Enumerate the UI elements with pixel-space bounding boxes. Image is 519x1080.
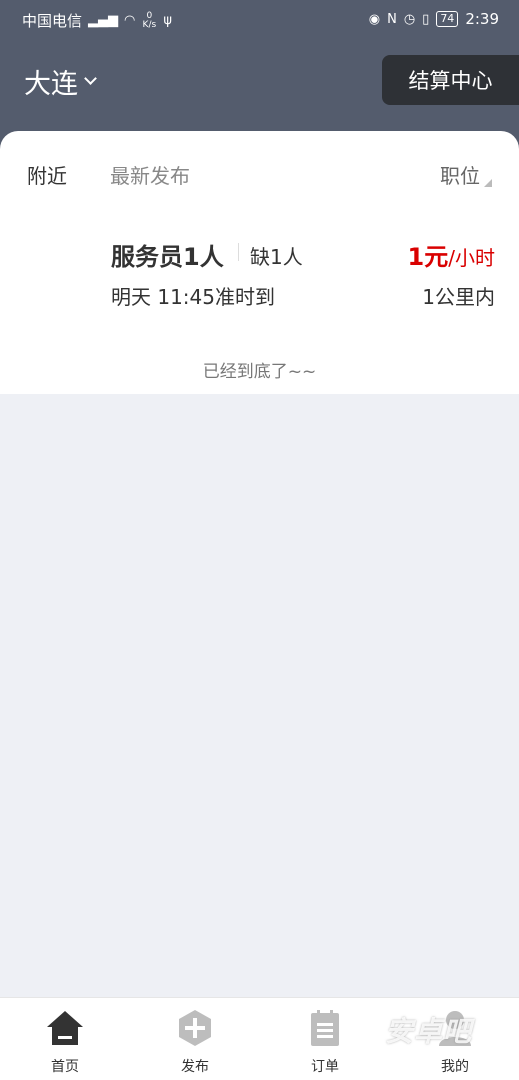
tab-mine-label: 我的 xyxy=(441,1059,469,1075)
chevron-down-icon xyxy=(84,72,97,85)
position-filter[interactable]: 职位 xyxy=(440,160,492,189)
clock: 2:39 xyxy=(465,10,499,28)
divider xyxy=(238,243,239,261)
carrier-text: 中国电信 xyxy=(22,12,83,30)
city-selector[interactable]: 大连 xyxy=(24,62,97,101)
job-title: 服务员1人 xyxy=(111,243,224,271)
usb-icon: ψ xyxy=(163,13,172,28)
pay-amount: 1元 xyxy=(407,243,449,271)
job-pay: 1元 /小时 xyxy=(408,237,495,272)
nfc-icon: N xyxy=(387,11,397,27)
home-icon xyxy=(47,1011,83,1045)
vibrate-icon: ▯ xyxy=(422,11,430,27)
tab-orders[interactable]: 订单 xyxy=(260,998,390,1080)
tab-publish-label: 发布 xyxy=(181,1059,209,1075)
tab-orders-label: 订单 xyxy=(311,1059,339,1075)
signal-icon: ▂▄▆ xyxy=(88,13,119,28)
status-bar: 中国电信 ▂▄▆ ◠ 0 K/s ψ ◉ N ◷ ▯ 74 2:39 xyxy=(0,0,519,40)
net-speed: 0 K/s xyxy=(142,10,157,30)
wifi-icon: ◠ xyxy=(124,13,136,28)
alarm-icon: ◷ xyxy=(403,11,416,27)
order-document-icon xyxy=(311,1010,339,1046)
pay-unit: /小时 xyxy=(448,246,495,270)
job-distance: 1公里内 xyxy=(422,285,495,309)
eye-icon: ◉ xyxy=(368,11,381,27)
tab-home-label: 首页 xyxy=(51,1059,79,1075)
job-time: 明天 11:45准时到 xyxy=(111,285,275,309)
position-filter-label: 职位 xyxy=(440,164,480,188)
battery-icon: 74 xyxy=(436,11,459,27)
job-list-item[interactable]: 服务员1人 缺1人 1元 /小时 明天 11:45准时到 1公里内 xyxy=(0,225,519,325)
tab-latest[interactable]: 最新发布 xyxy=(110,160,190,189)
plus-hexagon-icon xyxy=(179,1010,211,1046)
watermark: 安卓吧 xyxy=(385,1015,473,1048)
settlement-center-button[interactable]: 结算中心 xyxy=(382,55,519,105)
job-vacancy: 缺1人 xyxy=(250,245,303,269)
tab-publish[interactable]: 发布 xyxy=(130,998,260,1080)
corner-triangle-icon xyxy=(484,179,492,187)
tab-nearby[interactable]: 附近 xyxy=(27,160,67,189)
list-end-text: 已经到底了~~ xyxy=(202,362,317,382)
tab-home[interactable]: 首页 xyxy=(0,998,130,1080)
city-name: 大连 xyxy=(24,69,78,100)
